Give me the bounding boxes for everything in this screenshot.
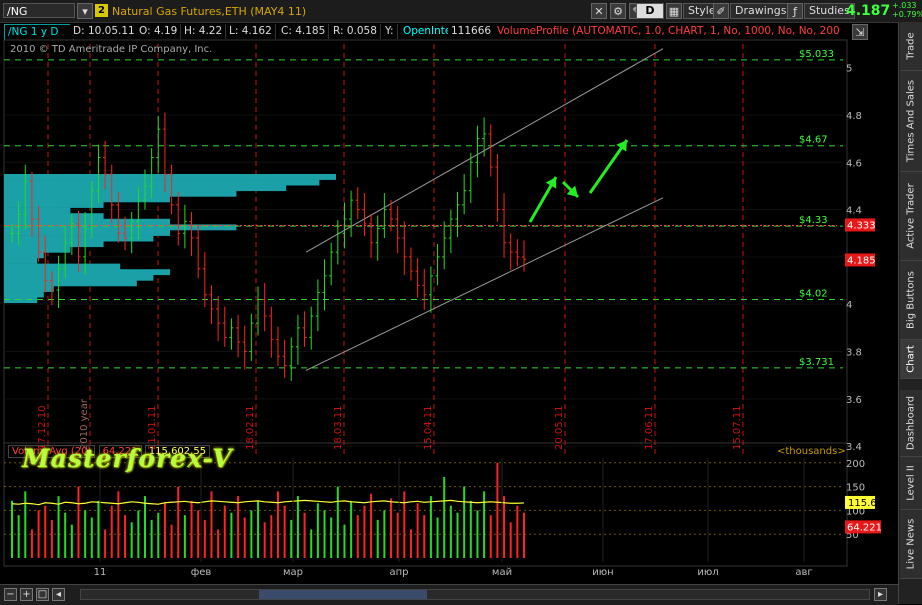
level-label: $5.033 (799, 49, 834, 60)
date-marker-label: 15.07.11 (732, 405, 743, 450)
level-label: $4.67 (799, 135, 828, 146)
price-tick-label: 5 (846, 64, 852, 75)
right-tab-strip: Trade Times And Sales Active Trader Big … (898, 22, 922, 604)
volume-profile-bar (4, 207, 71, 214)
tab-chart[interactable]: Chart (900, 340, 922, 379)
volume-profile-bar (4, 179, 320, 186)
date-marker-label: 17.06.11 (644, 405, 655, 450)
volume-profile-bar (4, 291, 44, 298)
price-tick-label: 4.8 (846, 111, 862, 122)
volume-profile-bar (4, 263, 121, 270)
volume-profile-bar (4, 174, 336, 180)
price-tick-label: 3.8 (846, 348, 862, 359)
volume-profile-bar (4, 274, 154, 281)
date-marker-label: 20.05.11 (554, 405, 565, 450)
date-marker-label: 18.03.11 (333, 405, 344, 450)
tab-live-news[interactable]: Live News (900, 510, 922, 579)
time-scrollbar[interactable] (80, 589, 870, 600)
volume-profile-bar (4, 280, 137, 287)
level-label: $3.731 (799, 357, 834, 368)
level-label: $4.33 (799, 215, 828, 226)
level-label: $4.02 (799, 288, 828, 299)
scroll-left-icon[interactable]: ◂ (52, 588, 65, 601)
volume-units-label: <thousands> (777, 446, 846, 457)
price-badge-label: 4.185 (847, 255, 876, 266)
price-badges: 4.333 4.185 (845, 218, 876, 267)
chart-canvas[interactable]: 17.12.10 2010 year 21.01.11 18.02.11 18.03.1… (0, 0, 898, 584)
vol-badge-label: 64.221 (847, 522, 882, 533)
date-marker-label: 18.02.11 (245, 405, 256, 450)
tab-big-buttons[interactable]: Big Buttons (900, 261, 922, 340)
volume-profile-bar (4, 258, 38, 264)
volume-profile-bar (4, 246, 71, 253)
price-tick-label: 4.4 (846, 206, 862, 217)
zoom-in-icon[interactable]: + (20, 588, 33, 601)
bottom-toolbar: − + □ ◂ ▸ (0, 584, 898, 605)
date-marker-label: 15.04.11 (423, 405, 434, 450)
price-badge-label: 4.333 (847, 220, 876, 231)
volume-profile-bar (4, 269, 170, 276)
volume-profile-bar (4, 252, 44, 259)
volume-profile-bar (4, 190, 237, 197)
tab-dashboard[interactable]: Dashboard (900, 390, 922, 457)
month-label: июл (697, 567, 718, 578)
scrollbar-thumb[interactable] (259, 590, 427, 599)
month-label: апр (389, 567, 408, 578)
copyright-text: 2010 © TD Ameritrade IP Company, Inc. (10, 44, 213, 55)
tab-trade[interactable]: Trade (900, 22, 922, 71)
volume-profile-bar (4, 297, 38, 304)
volume-profile-bar (4, 286, 54, 292)
price-tick-label: 4 (846, 300, 852, 311)
month-label: мар (283, 567, 303, 578)
volume-axis: 20015010050115.664.221 (845, 459, 882, 541)
date-marker-label: 2010 year (79, 398, 90, 450)
zoom-out-icon[interactable]: − (4, 588, 17, 601)
volume-tick-label: 150 (846, 483, 865, 494)
month-label: май (492, 567, 512, 578)
month-label: авг (795, 567, 812, 578)
month-label: июн (592, 567, 613, 578)
tab-active-trader[interactable]: Active Trader (900, 172, 922, 261)
zoom-fit-icon[interactable]: □ (36, 588, 49, 601)
tab-level-ii[interactable]: Level II (900, 457, 922, 510)
volume-profile-bar (4, 230, 170, 236)
watermark-logo: Masterforex-V (22, 444, 233, 473)
scroll-right-icon[interactable]: ▸ (874, 588, 887, 601)
price-tick-label: 3.4 (846, 442, 862, 453)
price-pane-frame (3, 39, 848, 461)
price-tick-label: 4.6 (846, 158, 862, 169)
month-label: фев (191, 567, 212, 578)
tab-times-and-sales[interactable]: Times And Sales (900, 71, 922, 172)
month-label: 11 (94, 567, 107, 578)
price-tick-label: 3.6 (846, 395, 862, 406)
volume-profile-bar (4, 218, 170, 225)
volume-tick-label: 200 (846, 459, 865, 470)
avg-badge-label: 115.6 (848, 498, 877, 509)
